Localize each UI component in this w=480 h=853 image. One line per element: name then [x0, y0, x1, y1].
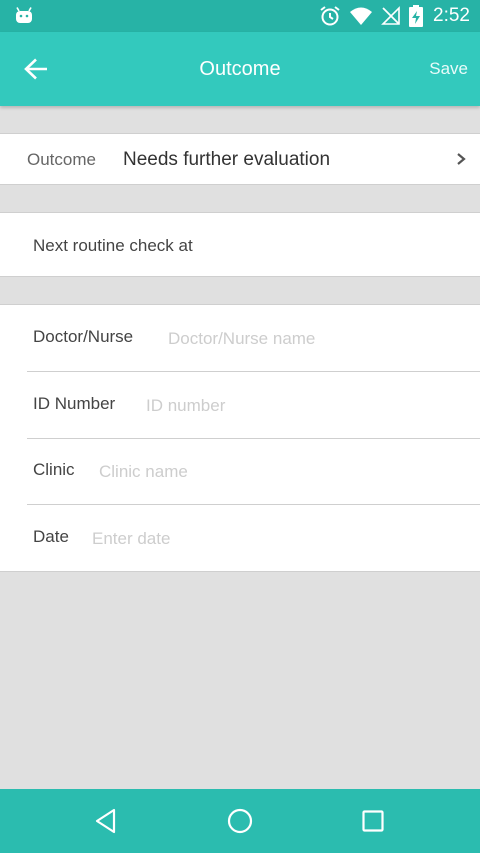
doctor-nurse-label: Doctor/Nurse: [33, 327, 134, 346]
page-title: Outcome: [199, 58, 281, 80]
status-bar: 2:52: [0, 0, 480, 32]
back-button[interactable]: [18, 52, 54, 86]
home-circle-icon: [227, 808, 253, 834]
chevron-right-icon: [457, 153, 466, 165]
save-button[interactable]: Save: [429, 32, 468, 106]
details-form: Doctor/Nurse ID Number Clinic Date: [0, 304, 480, 572]
next-routine-check-row[interactable]: Next routine check at: [0, 212, 480, 277]
back-triangle-icon: [95, 808, 116, 834]
next-routine-check-label: Next routine check at: [33, 236, 193, 255]
android-icon: [16, 7, 32, 23]
doctor-nurse-input[interactable]: [168, 329, 448, 349]
doctor-nurse-row: Doctor/Nurse: [0, 305, 480, 372]
nav-recents-button[interactable]: [343, 789, 403, 853]
battery-charging-icon: [409, 5, 424, 27]
outcome-value: Needs further evaluation: [123, 149, 331, 170]
back-arrow-icon: [24, 58, 47, 80]
status-time: 2:52: [433, 5, 470, 26]
date-row: Date: [0, 505, 480, 572]
nav-home-button[interactable]: [210, 789, 270, 853]
id-number-input[interactable]: [146, 396, 426, 416]
clinic-input[interactable]: [99, 462, 379, 482]
app-bar: Outcome Save: [0, 32, 480, 106]
id-number-row: ID Number: [0, 372, 480, 439]
date-label: Date: [33, 527, 69, 546]
no-signal-icon: [381, 6, 400, 25]
recents-square-icon: [362, 810, 384, 832]
clinic-label: Clinic: [33, 460, 75, 479]
alarm-icon: [320, 6, 340, 26]
nav-back-button[interactable]: [76, 789, 136, 853]
id-number-label: ID Number: [33, 394, 116, 413]
outcome-selector[interactable]: Outcome Needs further evaluation: [0, 133, 480, 185]
clinic-row: Clinic: [0, 438, 480, 505]
outcome-label: Outcome: [27, 150, 96, 169]
wifi-icon: [350, 7, 373, 25]
navigation-bar: [0, 789, 480, 853]
date-input[interactable]: [92, 529, 372, 549]
